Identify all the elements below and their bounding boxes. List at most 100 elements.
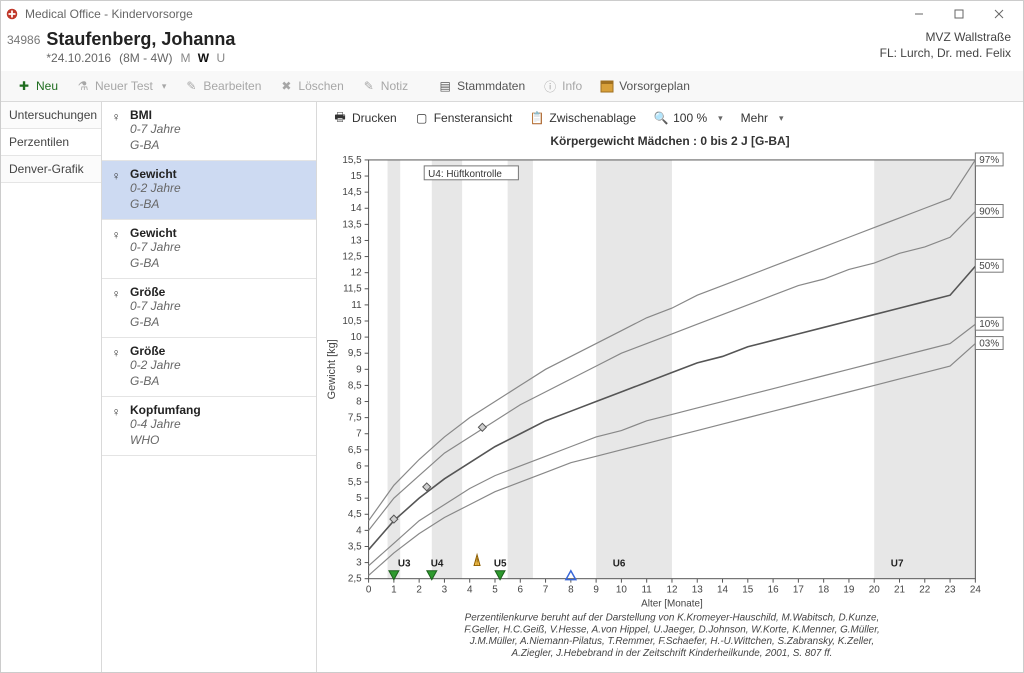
window-minimize-button[interactable] [899,1,939,27]
svg-text:3: 3 [442,585,448,596]
printer-icon: 🖶 [333,111,347,125]
svg-text:13: 13 [692,585,704,596]
measure-list: ♀BMI0-7 JahreG-BA♀Gewicht0-2 JahreG-BA♀G… [102,102,317,672]
chart-toolbar: 🖶Drucken ▢Fensteransicht 📋Zwischenablage… [317,102,1023,132]
svg-text:17: 17 [793,585,805,596]
plus-icon: ✚ [17,79,31,93]
left-tab-perzentilen[interactable]: Perzentilen [1,129,101,156]
svg-text:11: 11 [351,300,362,311]
svg-text:5: 5 [492,585,498,596]
edit-button[interactable]: ✎Bearbeiten [176,75,269,97]
app-icon [5,7,19,21]
info-button[interactable]: ⓘInfo [535,75,590,97]
clipboard-button[interactable]: 📋Zwischenablage [524,108,642,128]
svg-text:Perzentilenkurve beruht auf de: Perzentilenkurve beruht auf der Darstell… [465,612,880,623]
svg-text:9,5: 9,5 [348,348,362,359]
svg-text:14: 14 [717,585,729,596]
measure-item[interactable]: ♀Gewicht0-2 JahreG-BA [102,161,316,220]
svg-text:10: 10 [616,585,628,596]
svg-text:A.Ziegler, J.Hebebrand in der: A.Ziegler, J.Hebebrand in der Zeitschrif… [511,648,833,659]
window-close-button[interactable] [979,1,1019,27]
measure-item[interactable]: ♀Kopfumfang0-4 JahreWHO [102,397,316,456]
svg-text:1: 1 [391,585,397,596]
delete-button[interactable]: ✖Löschen [271,75,351,97]
measure-item[interactable]: ♀Gewicht0-7 JahreG-BA [102,220,316,279]
left-tab-denver-grafik[interactable]: Denver-Grafik [1,156,101,183]
svg-text:Alter [Monate]: Alter [Monate] [641,598,703,609]
svg-text:15: 15 [351,171,363,182]
svg-text:21: 21 [894,585,906,596]
vorsorgeplan-button[interactable]: Vorsorgeplan [592,75,698,97]
svg-text:7: 7 [543,585,549,596]
svg-text:2: 2 [416,585,422,596]
svg-text:4,5: 4,5 [348,509,362,520]
patient-id: 34986 [7,33,40,47]
left-tab-untersuchungen[interactable]: Untersuchungen [1,102,101,129]
svg-text:12: 12 [666,585,678,596]
svg-text:4: 4 [356,525,362,536]
svg-text:9: 9 [356,364,362,375]
svg-text:7,5: 7,5 [348,413,362,424]
gender-toggle[interactable]: M W U [180,51,227,65]
female-icon: ♀ [110,108,122,152]
measure-item[interactable]: ♀Größe0-2 JahreG-BA [102,338,316,397]
svg-text:10: 10 [351,332,363,343]
svg-text:8: 8 [568,585,574,596]
svg-text:U4: Hüftkontrolle: U4: Hüftkontrolle [428,169,502,180]
main-toolbar: ✚Neu ⚗Neuer Test▾ ✎Bearbeiten ✖Löschen ✎… [1,71,1023,102]
svg-text:14: 14 [351,203,363,214]
svg-text:U6: U6 [613,559,626,570]
female-icon: ♀ [110,167,122,211]
zoom-dropdown[interactable]: 🔍100 % [648,108,729,128]
pencil-icon: ✎ [184,79,198,93]
svg-text:22: 22 [919,585,931,596]
svg-text:0: 0 [366,585,372,596]
more-dropdown[interactable]: Mehr [735,108,790,128]
delete-icon: ✖ [279,79,293,93]
measure-item[interactable]: ♀BMI0-7 JahreG-BA [102,102,316,161]
measure-item[interactable]: ♀Größe0-7 JahreG-BA [102,279,316,338]
window-titlebar: Medical Office - Kindervorsorge [1,1,1023,27]
window-title: Medical Office - Kindervorsorge [25,7,193,21]
svg-text:18: 18 [818,585,830,596]
new-button[interactable]: ✚Neu [9,75,66,97]
svg-text:4: 4 [467,585,473,596]
patient-name: Staufenberg, Johanna [46,29,235,49]
svg-text:16: 16 [768,585,780,596]
window-view-button[interactable]: ▢Fensteransicht [409,108,519,128]
clipboard-icon: 📋 [530,111,544,125]
magnifier-icon: 🔍 [654,111,668,125]
svg-text:3,5: 3,5 [348,541,362,552]
svg-text:10%: 10% [979,319,999,330]
svg-text:5,5: 5,5 [348,477,362,488]
master-data-button[interactable]: ▤Stammdaten [430,75,533,97]
svg-text:U4: U4 [431,559,444,570]
svg-text:6: 6 [518,585,524,596]
svg-text:50%: 50% [979,261,999,272]
svg-text:13: 13 [351,235,363,246]
new-test-button[interactable]: ⚗Neuer Test▾ [68,75,174,97]
left-tabs: UntersuchungenPerzentilenDenver-Grafik [1,102,102,672]
svg-text:13,5: 13,5 [342,219,362,230]
svg-text:15: 15 [742,585,754,596]
list-icon: ▤ [438,79,452,93]
calendar-icon [600,79,614,93]
chart-canvas: 2,533,544,555,566,577,588,599,51010,5111… [317,152,1023,672]
svg-text:8: 8 [356,397,362,408]
svg-text:03%: 03% [979,339,999,350]
female-icon: ♀ [110,344,122,388]
window-maximize-button[interactable] [939,1,979,27]
svg-text:U7: U7 [891,559,904,570]
svg-text:F.Geller, H.C.Geiß, V.Hesse, A: F.Geller, H.C.Geiß, V.Hesse, A.von Hippe… [464,624,880,635]
svg-text:20: 20 [869,585,881,596]
svg-text:97%: 97% [979,155,999,166]
clinic-name: MVZ Wallstraße [880,29,1011,45]
svg-text:6: 6 [356,461,362,472]
svg-text:9: 9 [593,585,599,596]
note-button[interactable]: ✎Notiz [354,75,416,97]
svg-text:15,5: 15,5 [342,155,362,166]
svg-text:11,5: 11,5 [343,284,362,295]
svg-text:12,5: 12,5 [342,252,362,263]
print-button[interactable]: 🖶Drucken [327,108,403,128]
svg-text:5: 5 [356,493,362,504]
